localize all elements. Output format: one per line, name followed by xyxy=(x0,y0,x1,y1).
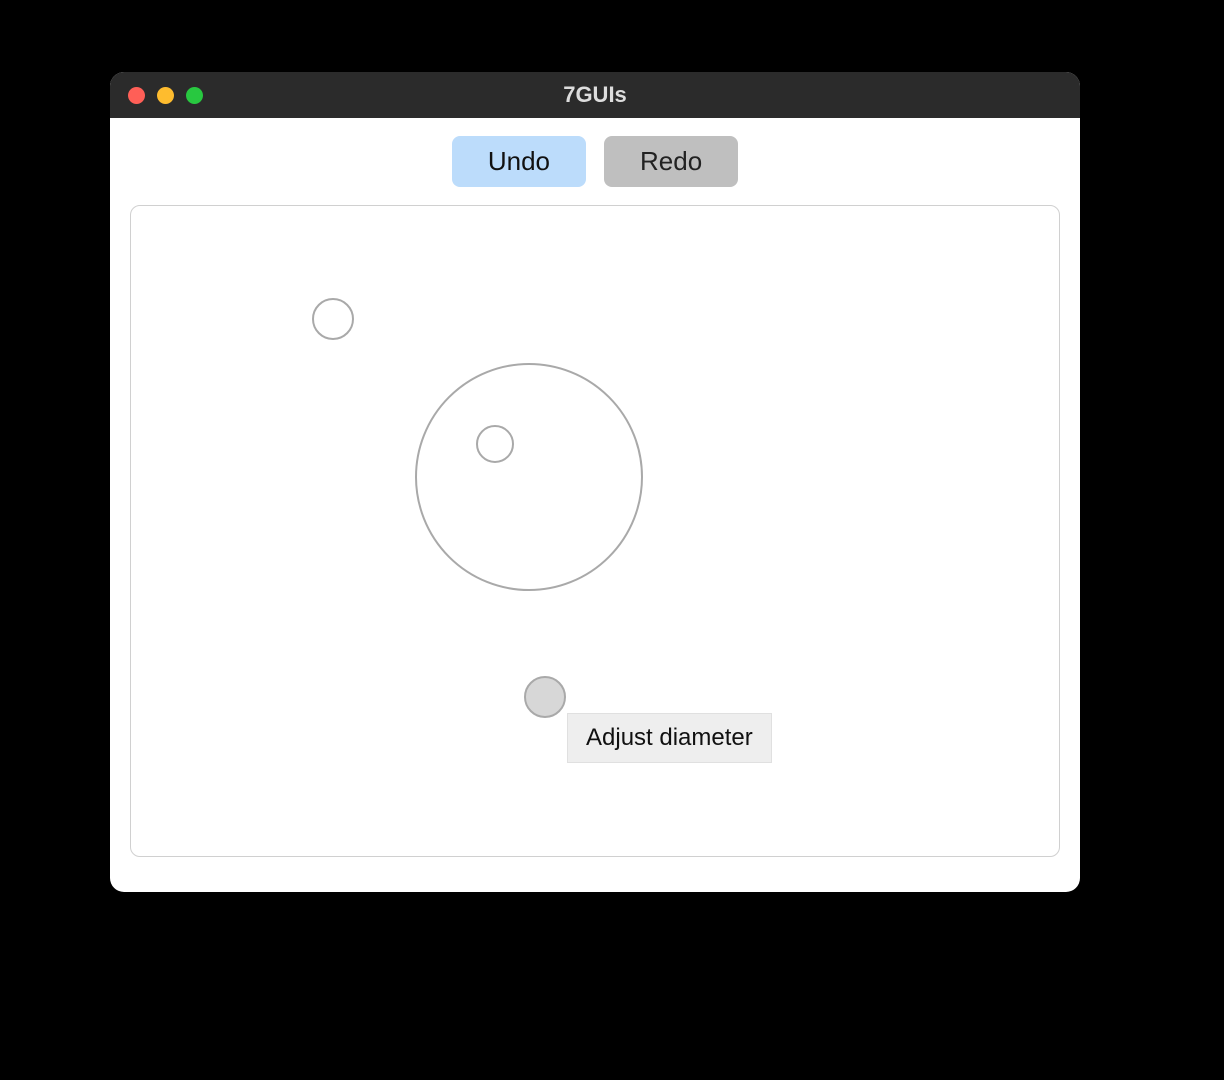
toolbar: Undo Redo xyxy=(130,136,1060,187)
drawing-canvas[interactable]: Adjust diameter xyxy=(130,205,1060,857)
close-icon[interactable] xyxy=(128,87,145,104)
maximize-icon[interactable] xyxy=(186,87,203,104)
circle[interactable] xyxy=(415,363,643,591)
titlebar: 7GUIs xyxy=(110,72,1080,118)
redo-button[interactable]: Redo xyxy=(604,136,738,187)
window-title: 7GUIs xyxy=(110,82,1080,108)
circle[interactable] xyxy=(312,298,354,340)
window-content: Undo Redo Adjust diameter xyxy=(110,118,1080,877)
app-window: 7GUIs Undo Redo Adjust diameter xyxy=(110,72,1080,892)
undo-button[interactable]: Undo xyxy=(452,136,586,187)
context-menu-adjust-diameter[interactable]: Adjust diameter xyxy=(567,713,772,763)
window-controls xyxy=(110,87,203,104)
circle[interactable] xyxy=(524,676,566,718)
minimize-icon[interactable] xyxy=(157,87,174,104)
circle[interactable] xyxy=(476,425,514,463)
